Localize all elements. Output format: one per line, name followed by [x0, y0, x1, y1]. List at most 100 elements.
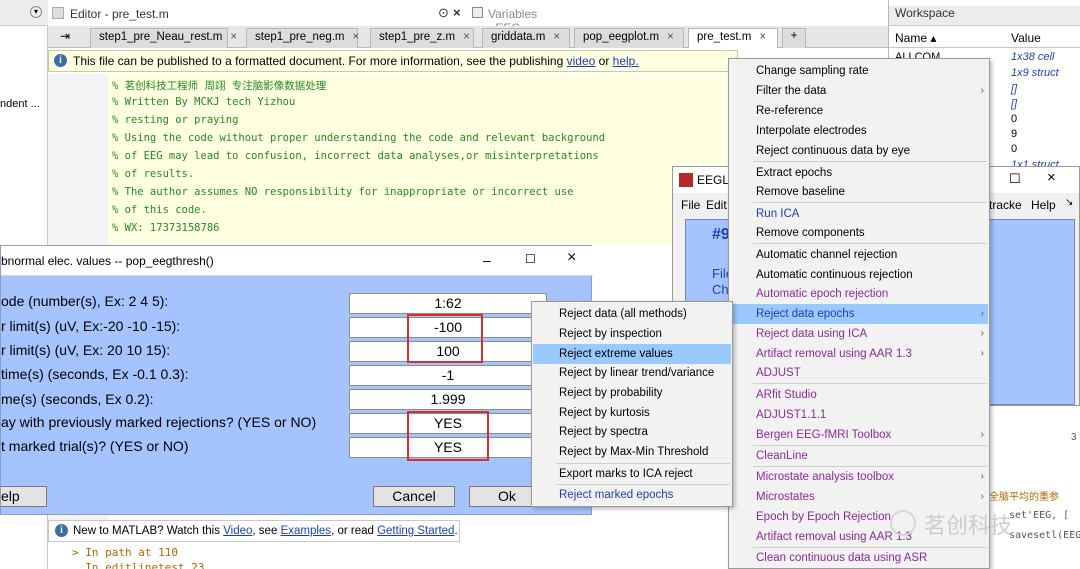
cancel-button[interactable]: Cancel — [373, 486, 455, 507]
submenu-item-reject-by-inspection[interactable]: Reject by inspection — [533, 324, 731, 344]
publish-video-link[interactable]: video — [567, 54, 596, 68]
menu-file[interactable]: File — [681, 198, 700, 212]
menu-item-reject-data-using-ica[interactable]: Reject data using ICA › — [730, 324, 988, 344]
submenu-item-reject-max-min[interactable]: Reject by Max-Min Threshold — [533, 442, 731, 462]
tab-list-icon[interactable]: ⇥ — [60, 29, 70, 43]
editor-menu-icon[interactable]: ⊙ — [438, 5, 449, 21]
publish-info-bar: i This file can be published to a format… — [48, 50, 738, 72]
menu-edit[interactable]: Edit — [706, 198, 727, 212]
code-line: % WX: 17373158786 — [112, 222, 220, 234]
menu-item-microstates[interactable]: Microstates › — [730, 487, 988, 507]
menu-separator — [753, 383, 987, 384]
submenu-item-reject-spectra[interactable]: Reject by spectra — [533, 422, 731, 442]
close-tab-icon[interactable]: × — [230, 31, 237, 43]
code-line: % 茗创科技工程师 周翊 专注脑影像数据处理 — [112, 80, 327, 92]
examples-link[interactable]: Examples — [281, 525, 332, 537]
getting-started-link[interactable]: Getting Started — [377, 525, 454, 537]
watermark-text: 茗创科技 — [924, 514, 1013, 539]
close-tab-icon[interactable]: × — [463, 31, 470, 43]
upper-limit-label: r limit(s) (uV, Ex: 20 10 15): — [1, 342, 171, 358]
menu-item-remove-baseline[interactable]: Remove baseline — [730, 182, 988, 202]
menu-item-reject-data-epochs[interactable]: Reject data epochs › — [730, 304, 988, 324]
dialog-title: bnormal elec. values -- pop_eegthresh() — [1, 254, 214, 268]
start-time-input[interactable]: -1 — [349, 365, 547, 386]
tab-step1-pre-neau-rest[interactable]: step1_pre_Neau_rest.m × — [90, 28, 237, 48]
code-line: % Written By MCKJ tech Yizhou — [112, 96, 296, 108]
menu-item-change-sampling-rate[interactable]: Change sampling rate — [730, 61, 988, 81]
menu-item-interpolate-electrodes[interactable]: Interpolate electrodes — [730, 121, 988, 141]
submenu-item-export-to-ica-reject[interactable]: Export marks to ICA reject — [533, 464, 731, 484]
menu-separator — [753, 243, 987, 244]
tab-step1-pre-neg[interactable]: step1_pre_neg.m × — [246, 28, 360, 48]
col-value-header[interactable]: Value — [1011, 31, 1041, 45]
tab-step1-pre-z[interactable]: step1_pre_z.m × — [370, 28, 474, 48]
menu-item-auto-continuous-rejection[interactable]: Automatic continuous rejection — [730, 265, 988, 285]
close-tab-icon[interactable]: × — [553, 31, 560, 43]
menu-item-auto-channel-rejection[interactable]: Automatic channel rejection — [730, 245, 988, 265]
end-time-input[interactable]: 1.999 — [349, 389, 547, 410]
menu-item-adjust-111[interactable]: ADJUST1.1.1 — [730, 405, 988, 425]
lower-limit-label: r limit(s) (uV, Ex:-20 -10 -15): — [1, 318, 181, 334]
variables-icon — [472, 7, 483, 18]
close-icon[interactable]: × — [1047, 169, 1056, 186]
submenu-item-reject-probability[interactable]: Reject by probability — [533, 383, 731, 403]
menu-item-bergen-toolbox[interactable]: Bergen EEG-fMRI Toolbox › — [730, 425, 988, 445]
submenu-item-reject-marked-epochs[interactable]: Reject marked epochs — [533, 485, 731, 505]
menu-overflow-icon[interactable]: ↘ — [1065, 197, 1073, 208]
help-button[interactable]: elp — [1, 486, 47, 507]
menu-item-adjust[interactable]: ADJUST — [730, 363, 988, 383]
code-line: % Using the code without proper understa… — [112, 132, 606, 144]
info-icon: i — [55, 524, 68, 537]
menu-help[interactable]: Help — [1031, 198, 1056, 212]
col-name-header[interactable]: Name ▴ — [895, 31, 936, 45]
menu-item-re-reference[interactable]: Re-reference — [730, 101, 988, 121]
code-area[interactable]: % 茗创科技工程师 周翊 专注脑影像数据处理 % Written By MCKJ… — [108, 74, 738, 246]
menu-item-run-ica[interactable]: Run ICA — [730, 204, 988, 224]
menu-item-aar-artifact-removal[interactable]: Artifact removal using AAR 1.3 › — [730, 344, 988, 364]
workspace-row-value: 0 — [1011, 113, 1018, 125]
end-time-label: me(s) (seconds, Ex 0.2): — [1, 391, 154, 407]
menu-item-auto-epoch-rejection[interactable]: Automatic epoch rejection — [730, 284, 988, 304]
folder-entry-text[interactable]: ndent ... — [0, 98, 40, 110]
command-output-line: > In path at 110 — [72, 546, 178, 559]
submenu-item-reject-extreme-values[interactable]: Reject extreme values — [533, 344, 731, 364]
menu-item-remove-components[interactable]: Remove components — [730, 223, 988, 243]
menu-item-extract-epochs[interactable]: Extract epochs — [730, 163, 988, 183]
close-tab-icon[interactable]: × — [667, 31, 674, 43]
minimize-icon[interactable]: – — [483, 252, 491, 268]
close-tab-icon[interactable]: × — [759, 31, 766, 43]
close-editor-icon[interactable]: × — [453, 5, 461, 20]
video-link[interactable]: Video — [223, 525, 252, 537]
publish-help-link[interactable]: help. — [613, 54, 639, 68]
submenu-arrow-icon: › — [980, 471, 984, 482]
workspace-row-value: 1x9 struct — [1011, 67, 1059, 79]
panel-menu-icon[interactable]: ▾ — [30, 6, 42, 18]
tab-pop-eegplot[interactable]: pop_eegplot.m × — [574, 28, 684, 48]
menu-item-cleanline[interactable]: CleanLine — [730, 446, 988, 466]
electrode-input[interactable]: 1:62 — [349, 293, 547, 314]
menu-item-reject-continuous-by-eye[interactable]: Reject continuous data by eye — [730, 141, 988, 161]
workspace-header: Name ▴ Value — [889, 28, 1080, 48]
submenu-item-reject-kurtosis[interactable]: Reject by kurtosis — [533, 403, 731, 423]
maximize-icon[interactable]: ☐ — [525, 252, 536, 266]
tab-pre-test[interactable]: pre_test.m × — [688, 28, 778, 48]
code-line: % of results. — [112, 168, 195, 180]
workspace-row-value: 9 — [1011, 128, 1018, 140]
maximize-icon[interactable]: ☐ — [1009, 171, 1021, 187]
command-window[interactable]: > In path at 110 In editlinetest 23 — [48, 542, 668, 569]
highlight-box-limits — [407, 314, 483, 363]
menu-datatools-snip[interactable]: tracke — [989, 198, 1022, 212]
close-icon[interactable]: × — [567, 249, 576, 267]
editor-icon — [52, 7, 64, 19]
submenu-item-reject-all-methods[interactable]: Reject data (all methods) — [533, 304, 731, 324]
submenu-item-reject-linear-trend[interactable]: Reject by linear trend/variance — [533, 363, 731, 383]
tab-griddata[interactable]: griddata.m × — [482, 28, 570, 48]
code-line: % resting or praying — [112, 114, 239, 126]
menu-item-arfit-studio[interactable]: ARfit Studio — [730, 385, 988, 405]
menu-item-microstate-toolbox[interactable]: Microstate analysis toolbox › — [730, 467, 988, 487]
add-tab-button[interactable]: + — [782, 28, 806, 48]
menu-item-filter-data[interactable]: Filter the data › — [730, 81, 988, 101]
workspace-row-value: [] — [1011, 83, 1018, 95]
menu-item-clean-asr[interactable]: Clean continuous data using ASR — [730, 548, 988, 568]
close-tab-icon[interactable]: × — [353, 31, 360, 43]
